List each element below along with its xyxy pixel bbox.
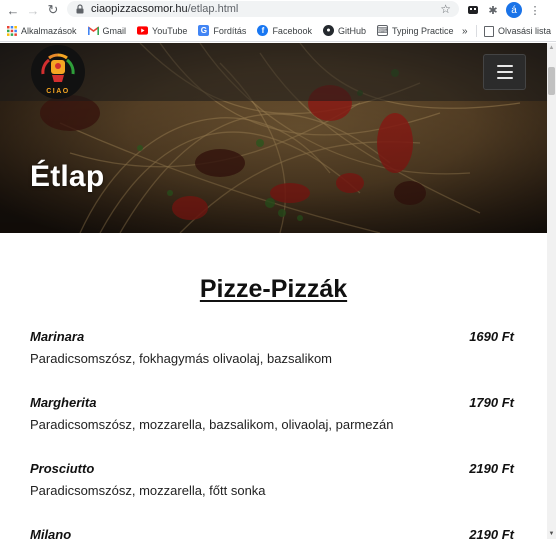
bookmark-apps[interactable]: Alkalmazások: [0, 20, 82, 42]
page-viewport: CIAO Étlap Pizze-Pizzák Marinara 1690 Ft…: [0, 43, 547, 539]
bookmark-github[interactable]: ● GitHub: [317, 20, 371, 42]
kebab-menu-icon[interactable]: ⋮: [528, 3, 542, 17]
menu-toggle-button[interactable]: [483, 54, 526, 90]
bookmark-facebook[interactable]: f Facebook: [251, 20, 317, 42]
gmail-icon: [87, 25, 99, 36]
menu-item-description: Paradicsomszósz, mozzarella, bazsalikom,…: [30, 417, 394, 432]
menu-section: Pizze-Pizzák Marinara 1690 Ft Paradicsom…: [0, 233, 547, 539]
menu-item-name: Marinara: [30, 329, 85, 344]
lock-icon: [76, 4, 84, 14]
back-arrow-icon[interactable]: ←: [3, 0, 23, 20]
bookmark-youtube[interactable]: YouTube: [131, 20, 192, 42]
reading-list-icon: [484, 25, 494, 37]
typing-icon: ⌨: [376, 25, 389, 36]
translate-icon: G: [198, 25, 210, 36]
browser-toolbar: ← → ↻ ciaopizzacsomor.hu/etlap.html ☆ ✱ …: [0, 0, 556, 20]
facebook-icon: f: [257, 25, 269, 36]
scroll-up-arrow-icon[interactable]: ▲: [547, 43, 556, 53]
bookmark-translate[interactable]: G Fordítás: [192, 20, 251, 42]
hamburger-line: [496, 65, 513, 67]
menu-item-name: Margherita: [30, 395, 97, 410]
page-title: Étlap: [30, 160, 105, 193]
bookmark-gmail[interactable]: Gmail: [82, 20, 132, 42]
puzzle-icon[interactable]: ✱: [486, 3, 500, 17]
bookmark-typing-practice[interactable]: ⌨ Typing Practice: [371, 20, 459, 42]
menu-item-name: Milano: [30, 527, 72, 539]
section-heading: Pizze-Pizzák: [199, 275, 348, 303]
menu-item-description: Paradicsomszósz, mozzarella, főtt sonka: [30, 483, 266, 498]
reload-icon[interactable]: ↻: [43, 0, 63, 20]
profile-avatar[interactable]: á: [506, 2, 522, 18]
hero-banner: CIAO Étlap: [0, 43, 547, 233]
apps-grid-icon: [6, 25, 17, 36]
forward-arrow-icon[interactable]: →: [23, 0, 43, 20]
scroll-down-arrow-icon[interactable]: ▼: [547, 529, 556, 539]
bookmarks-bar: Alkalmazások Gmail YouTube G Fordítás f …: [0, 20, 556, 42]
ciao-logo[interactable]: CIAO: [29, 44, 87, 100]
url-text: ciaopizzacsomor.hu/etlap.html: [91, 3, 239, 15]
hamburger-line: [496, 71, 513, 73]
menu-item-price: 1790 Ft: [469, 395, 514, 410]
star-icon[interactable]: ☆: [440, 2, 451, 16]
youtube-icon: [137, 25, 149, 36]
address-bar[interactable]: ciaopizzacsomor.hu/etlap.html ☆: [67, 1, 459, 17]
bookmarks-divider: [476, 25, 477, 37]
github-icon: ●: [322, 25, 334, 36]
hamburger-line: [496, 77, 513, 79]
menu-item-price: 2190 Ft: [469, 461, 514, 476]
reading-list-button[interactable]: Olvasási lista: [484, 20, 551, 42]
bookmarks-more-button[interactable]: »: [462, 20, 468, 42]
extension-icon[interactable]: [466, 3, 480, 17]
menu-item-name: Prosciutto: [30, 461, 95, 476]
menu-item-price: 1690 Ft: [469, 329, 514, 344]
menu-item-price: 2190 Ft: [469, 527, 514, 539]
page-scrollbar[interactable]: ▲ ▼: [547, 43, 556, 539]
logo-text: CIAO: [46, 88, 70, 95]
scrollbar-thumb[interactable]: [548, 67, 555, 95]
menu-item-description: Paradicsomszósz, fokhagymás olivaolaj, b…: [30, 351, 333, 366]
